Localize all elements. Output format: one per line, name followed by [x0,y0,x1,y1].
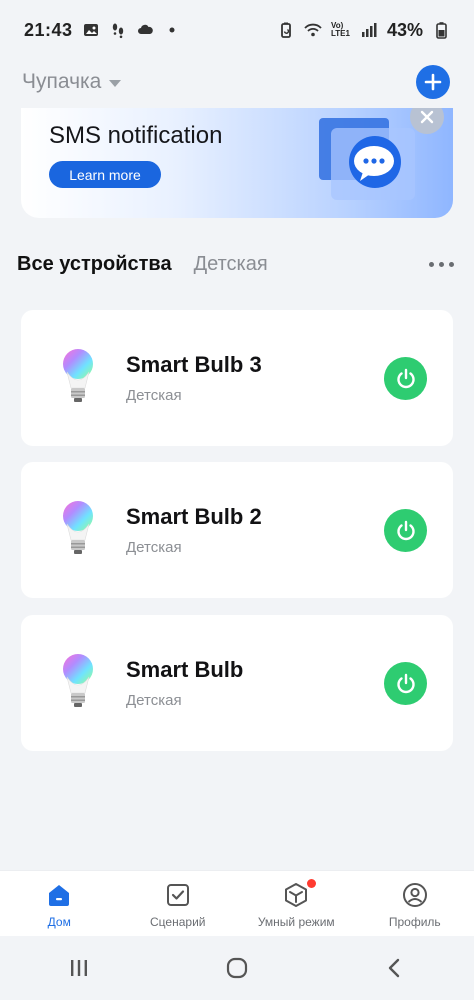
header: Чупачка [0,60,474,104]
nav-scenario[interactable]: Сценарий [119,871,238,936]
status-time: 21:43 [24,19,73,40]
plus-icon [424,73,442,91]
device-room: Детская [126,539,182,556]
nav-label: Умный режим [257,915,335,929]
learn-more-button[interactable]: Learn more [49,161,161,188]
power-toggle-button[interactable] [384,357,427,400]
device-name: Smart Bulb 2 [126,504,262,529]
signal-icon [360,22,378,38]
device-name: Smart Bulb 3 [126,352,262,377]
battery-saver-icon [277,22,295,38]
add-device-button[interactable] [416,65,450,99]
chat-bubble-illustration-icon [319,118,415,200]
battery-icon [432,22,450,39]
nav-smart-mode[interactable]: Умный режим [237,871,356,936]
close-icon [420,110,434,124]
lte-label: Vo) LTE1 [330,21,350,38]
status-bar: 21:43 Vo) LTE1 43% [0,0,474,60]
bulb-icon [63,349,93,402]
back-button[interactable] [375,948,415,988]
device-card-smart-bulb[interactable]: Smart Bulb Детская [21,615,453,751]
device-card-smart-bulb-2[interactable]: Smart Bulb 2 Детская [21,462,453,598]
bulb-icon [63,501,93,554]
bottom-navigation: Дом Сценарий Умный режим Профиль [0,870,474,936]
more-options-button[interactable] [429,261,454,267]
tab-all-devices[interactable]: Все устройства [17,253,172,276]
cloud-icon [136,22,154,38]
power-toggle-button[interactable] [384,662,427,705]
power-toggle-button[interactable] [384,509,427,552]
profile-icon [401,881,429,909]
device-room: Детская [126,692,182,709]
home-selector[interactable]: Чупачка [22,70,122,94]
recent-apps-button[interactable] [59,948,99,988]
power-icon [396,520,415,540]
gallery-icon [82,22,100,38]
bulb-icon [63,654,93,707]
caret-down-icon [109,80,122,87]
nav-profile[interactable]: Профиль [356,871,474,936]
nav-label: Дом [47,915,71,929]
dot-icon [163,22,181,38]
home-icon [45,881,73,909]
sms-notification-banner[interactable]: SMS notification Learn more [21,108,453,218]
dot-icon [429,261,434,267]
home-circle-icon [226,957,248,979]
device-card-smart-bulb-3[interactable]: Smart Bulb 3 Детская [21,310,453,446]
dot-icon [449,261,454,267]
dot-icon [439,261,444,267]
room-tabs: Все устройства Детская [0,244,474,284]
home-system-button[interactable] [217,948,257,988]
battery-percentage: 43% [386,19,423,40]
nav-label: Сценарий [150,915,206,929]
cube-icon [282,881,310,909]
notification-badge [307,879,316,888]
steps-icon [109,22,127,39]
back-chevron-icon [388,958,400,978]
checkbox-icon [164,881,192,909]
power-icon [396,673,415,693]
wifi-icon [304,22,322,38]
nav-home[interactable]: Дом [0,871,119,936]
device-name: Smart Bulb [126,657,244,682]
home-name: Чупачка [22,70,102,93]
system-navigation-bar [0,936,474,1000]
device-room: Детская [126,387,182,404]
power-icon [396,368,415,388]
status-left: 21:43 [24,20,181,41]
tab-kids-room[interactable]: Детская [194,253,268,276]
nav-label: Профиль [388,915,441,929]
banner-title: SMS notification [49,122,223,149]
recent-apps-icon [71,960,87,976]
status-right: Vo) LTE1 43% [277,20,450,41]
